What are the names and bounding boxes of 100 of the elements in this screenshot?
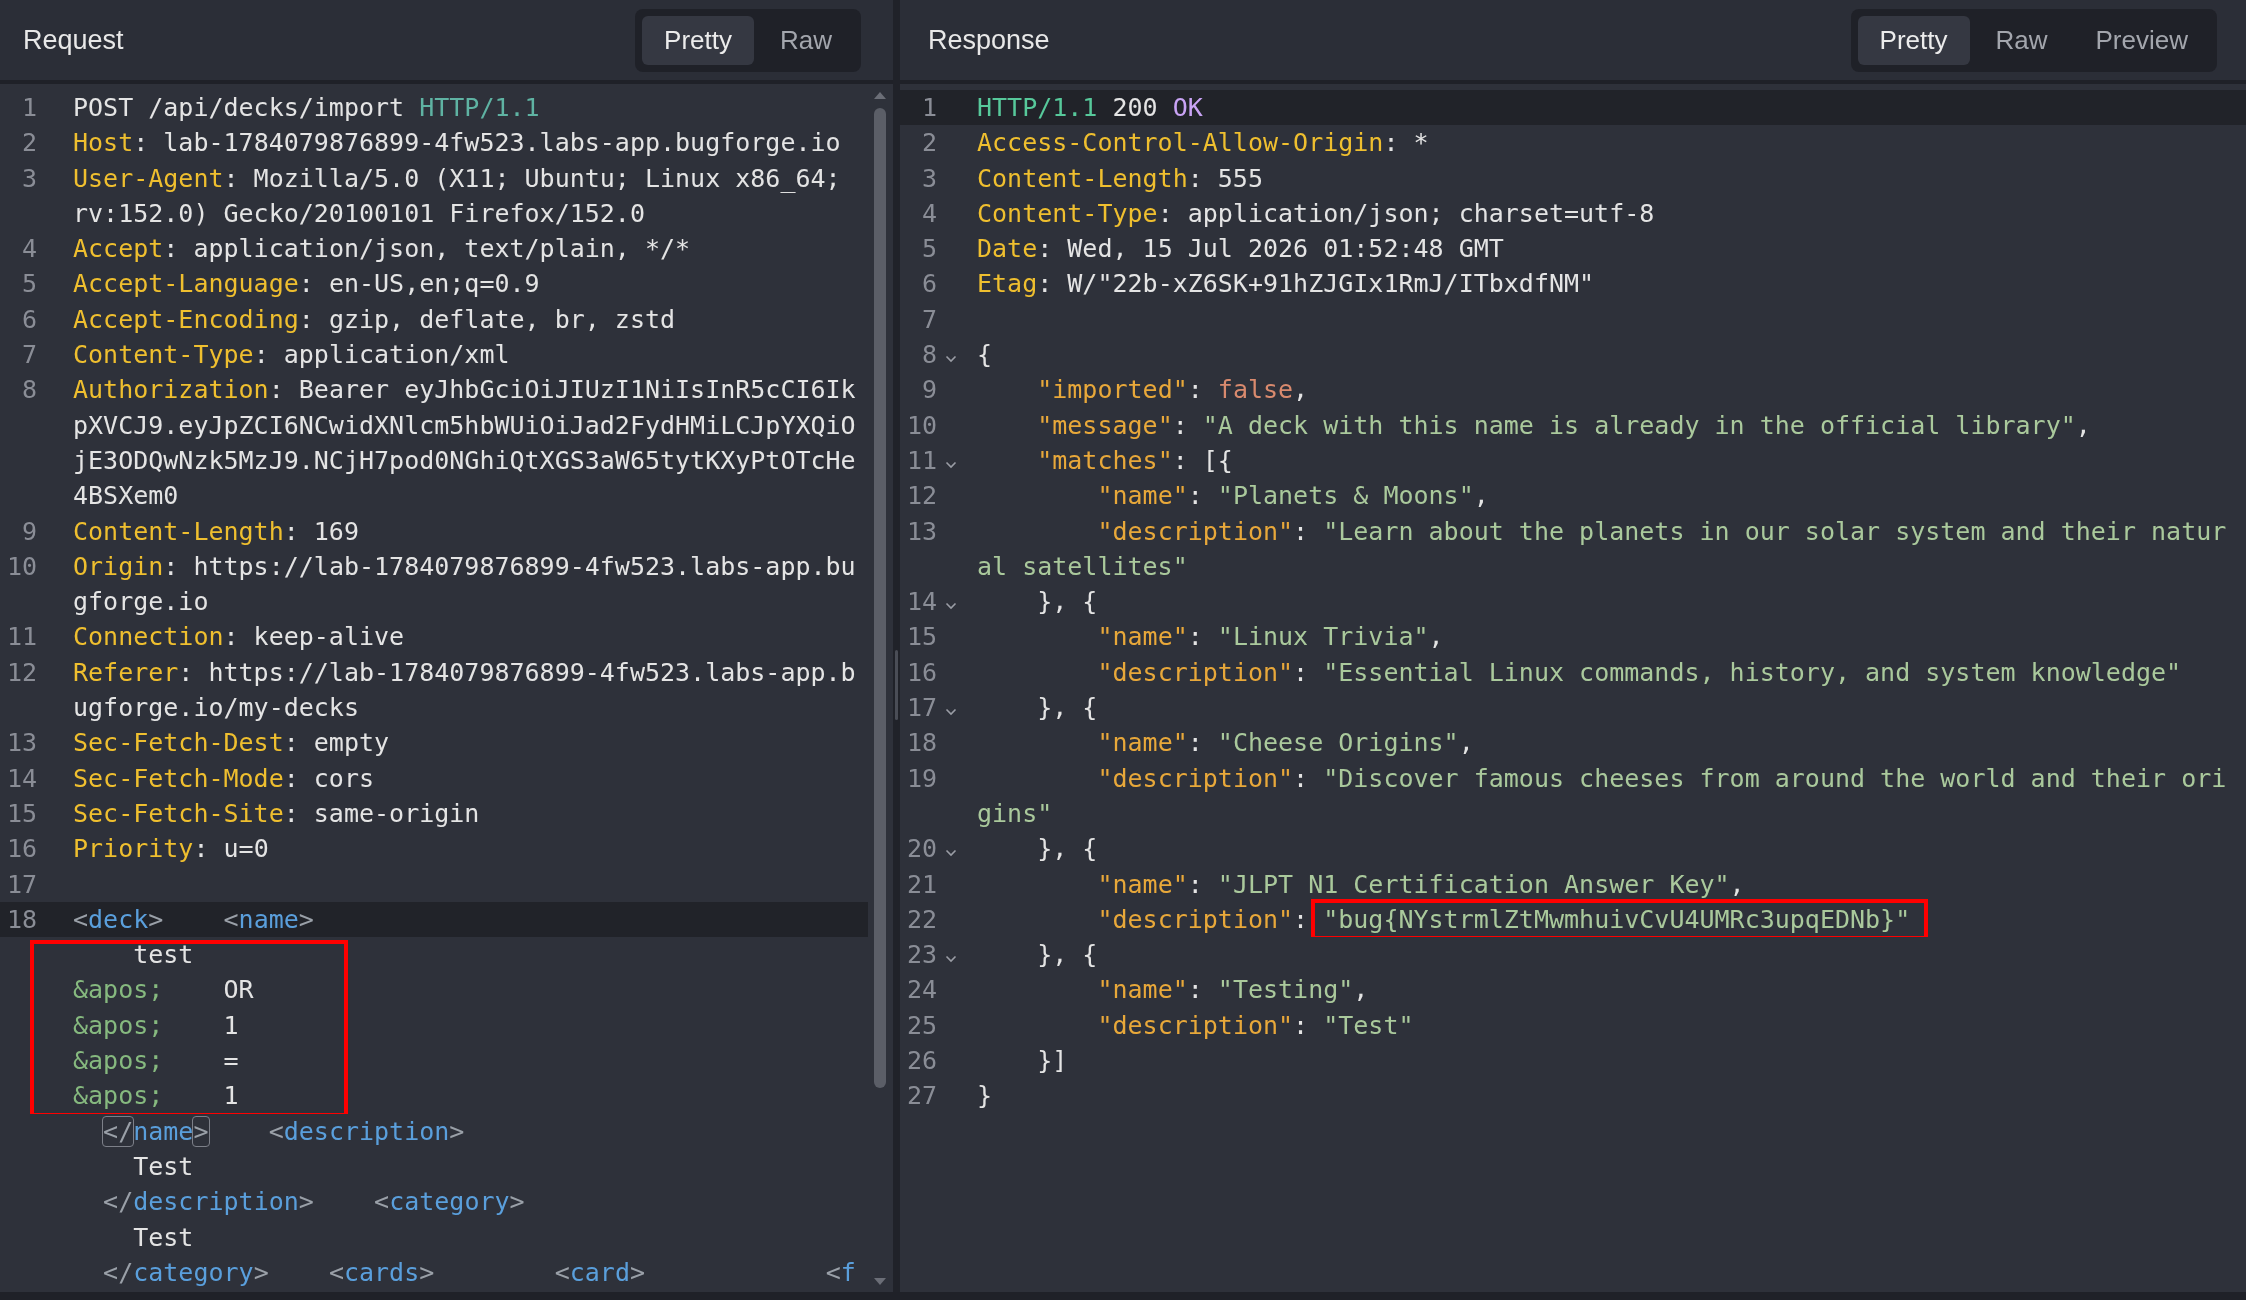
- line-number: 11: [5, 621, 37, 654]
- line-number: 20: [905, 833, 937, 866]
- code-line: "name": "JLPT N1 Certification Answer Key",: [1096, 869, 1745, 899]
- chevron-down-icon[interactable]: [945, 602, 957, 611]
- line-number: 9: [20, 515, 37, 548]
- code-line: Date: Wed, 15 Jul 2026 01:52:48 GMT: [977, 234, 1504, 264]
- code-line: Test: [132, 1151, 194, 1181]
- chevron-down-icon[interactable]: [945, 708, 957, 717]
- line-number: 23: [905, 939, 937, 972]
- code-line: Referer: https://lab-1784079876899-4fw523.labs-app.bugforge.io/my-decks: [73, 657, 856, 723]
- line-number: 8: [920, 339, 937, 372]
- code-line: &apos; OR: [73, 975, 254, 1005]
- code-line: }: [977, 1081, 993, 1111]
- code-line: Accept: application/json, text/plain, */*: [73, 234, 691, 264]
- pane-title: Response: [928, 23, 1050, 57]
- line-number: 9: [920, 374, 937, 407]
- line-number: 6: [920, 268, 937, 301]
- code-line: {: [977, 340, 993, 370]
- code-line: "name": "Linux Trivia",: [1096, 622, 1444, 652]
- line-number: 2: [20, 127, 37, 160]
- line-number: 15: [5, 797, 37, 830]
- line-number: 26: [905, 1045, 937, 1077]
- line-number: 13: [5, 727, 37, 760]
- code-line: "description": "Learn about the planets in our solar system and their natural satellites": [977, 516, 2227, 581]
- code-line: "name": "Planets & Moons",: [1096, 481, 1489, 511]
- code-line: "description": "Essential Linux commands, history, and system knowledge": [1096, 657, 2182, 687]
- chevron-down-icon[interactable]: [945, 460, 957, 469]
- code-line: User-Agent: Mozilla/5.0 (X11; Ubuntu; Linux x86_64; rv:152.0) Gecko/20100101 Firefox/152.0: [73, 163, 842, 228]
- line-number: 7: [20, 339, 37, 372]
- code-line: }, {: [1036, 587, 1098, 617]
- view-tab[interactable]: Preview: [2073, 15, 2210, 65]
- code-line: </category> <cards> <card> <f: [102, 1257, 856, 1287]
- line-number: 3: [920, 162, 937, 195]
- line-number: 17: [5, 868, 37, 901]
- line-number: 21: [905, 868, 937, 901]
- line-number: 27: [905, 1080, 937, 1113]
- code-line: Content-Type: application/json; charset=utf-8: [977, 198, 1655, 228]
- line-number: 5: [920, 233, 937, 266]
- line-number: 2: [920, 127, 937, 160]
- code-line: }]: [1036, 1046, 1068, 1075]
- code-line: }, {: [1036, 940, 1098, 970]
- chevron-down-icon[interactable]: [945, 955, 957, 964]
- code-line: Content-Length: 555: [977, 163, 1263, 193]
- code-line: "name": "Testing",: [1096, 975, 1369, 1005]
- code-line: "description": "Discover famous cheeses from around the world and their origins": [977, 763, 2227, 828]
- code-line: <deck> <name>: [73, 904, 314, 934]
- code-line: HTTP/1.1 200 OK: [977, 93, 1203, 122]
- code-line: Host: lab-1784079876899-4fw523.labs-app.bugforge.io: [73, 128, 841, 158]
- line-number: 24: [905, 974, 937, 1007]
- scroll-up-icon[interactable]: [872, 90, 888, 100]
- line-number: 8: [20, 374, 37, 407]
- code-line: "imported": false,: [1036, 375, 1309, 405]
- code-line: "matches": [{: [1036, 445, 1233, 475]
- view-tab[interactable]: Pretty: [642, 15, 754, 65]
- code-line: Etag: W/"22b-xZ6SK+91hZJGIx1RmJ/ITbxdfNM": [977, 269, 1595, 299]
- line-number: 14: [5, 762, 37, 795]
- code-line: Authorization: Bearer eyJhbGciOiJIUzI1NiIsInR5cCI6IkpXVCJ9.eyJpZCI6NCwidXNlcm5hbWUiOiJad2FydHMiLCJpYXQiOjE3ODQwNzk5MzJ9.NCjH7pod0NGhiQtXGS3aW65tytKXyPtOTcHe4BSXem0: [73, 375, 856, 511]
- view-tab[interactable]: Raw: [1973, 15, 2070, 65]
- line-number: 1: [20, 92, 37, 124]
- line-number: 4: [20, 233, 37, 266]
- code-line: Accept-Language: en-US,en;q=0.9: [73, 269, 540, 299]
- code-line: Sec-Fetch-Mode: cors: [73, 763, 375, 793]
- chevron-down-icon[interactable]: [945, 849, 957, 858]
- line-number: 17: [905, 692, 937, 725]
- line-number: 15: [905, 621, 937, 654]
- line-number: 1: [920, 92, 937, 124]
- code-line: }, {: [1036, 693, 1098, 723]
- line-number: 6: [20, 303, 37, 336]
- code-line: test: [132, 940, 194, 970]
- code-line: Access-Control-Allow-Origin: *: [977, 128, 1429, 158]
- line-number: 12: [905, 480, 937, 513]
- code-line: Content-Type: application/xml: [73, 340, 510, 370]
- line-number: 11: [905, 444, 937, 477]
- code-line: "description":: [1096, 904, 1310, 934]
- view-tab[interactable]: Pretty: [1857, 15, 1970, 65]
- code-line: Sec-Fetch-Site: same-origin: [73, 798, 480, 828]
- code-line: "message": "A deck with this name is already in the official library",: [1036, 410, 2091, 440]
- line-number: 19: [905, 762, 937, 795]
- code-line: &apos; 1: [73, 1010, 239, 1040]
- code-line: Test: [132, 1222, 194, 1252]
- line-number: 7: [920, 303, 937, 336]
- line-number: 10: [905, 409, 937, 442]
- pane-title: Request: [23, 23, 124, 57]
- line-number: 22: [905, 903, 937, 936]
- view-tab[interactable]: Raw: [758, 15, 854, 65]
- line-number: 14: [905, 586, 937, 619]
- code-line: Accept-Encoding: gzip, deflate, br, zstd: [73, 304, 676, 334]
- line-number: 10: [5, 550, 37, 583]
- code-line: &apos; 1: [73, 1081, 239, 1111]
- code-line: Connection: keep-alive: [73, 622, 405, 652]
- line-number: 18: [5, 903, 37, 936]
- code-line: Content-Length: 169: [73, 516, 359, 546]
- code-line: </name> <description>: [102, 1116, 465, 1146]
- line-number: 16: [905, 656, 937, 689]
- pane-resize-handle[interactable]: [895, 650, 898, 720]
- chevron-down-icon[interactable]: [945, 355, 957, 364]
- code-line: &apos; =: [73, 1046, 239, 1075]
- line-number: 16: [5, 833, 37, 866]
- scroll-down-icon[interactable]: [872, 1277, 888, 1287]
- scrollbar-thumb[interactable]: [874, 108, 886, 1088]
